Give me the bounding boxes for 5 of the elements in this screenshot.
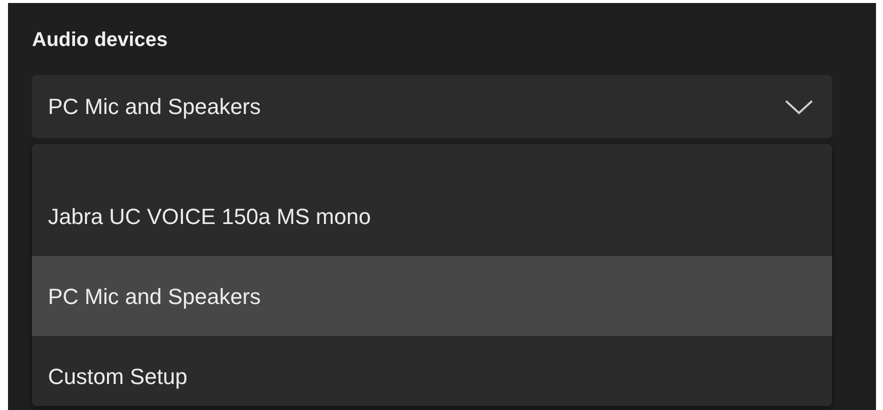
audio-device-dropdown[interactable]: PC Mic and Speakers	[32, 75, 832, 138]
menu-option[interactable]: PC Mic and Speakers	[32, 256, 832, 336]
section-title: Audio devices	[32, 28, 168, 53]
menu-option[interactable]: Custom Setup	[32, 336, 832, 406]
menu-option[interactable]: Jabra UC VOICE 150a MS mono	[32, 176, 832, 256]
